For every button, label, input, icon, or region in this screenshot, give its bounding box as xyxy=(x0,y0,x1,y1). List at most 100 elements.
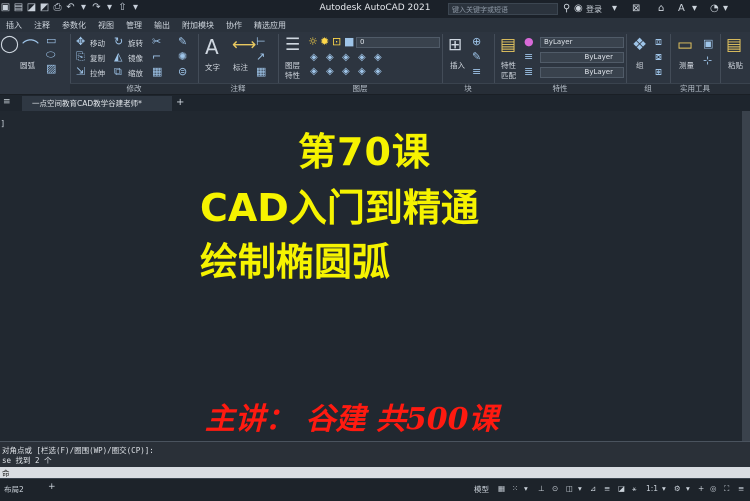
insert-button[interactable]: 插入 xyxy=(450,60,465,71)
layout-tab[interactable]: 布局2 xyxy=(4,484,24,495)
osnap-dropdown-icon[interactable]: ▾ xyxy=(578,484,582,493)
vertical-scrollbar[interactable] xyxy=(742,111,750,441)
trim-icon[interactable]: ✂ xyxy=(152,35,161,48)
tab-annotate[interactable]: 注释 xyxy=(28,20,56,31)
lineweight-icon[interactable]: ≣ xyxy=(524,65,533,78)
color-dropdown[interactable]: ByLayer xyxy=(540,37,624,48)
binoculars-icon[interactable]: ⚲ xyxy=(563,3,570,14)
new-layout-icon[interactable]: + xyxy=(48,482,56,492)
layer-tool4-icon[interactable]: ◈ xyxy=(358,52,366,63)
search-input[interactable]: 键入关键字或短语 xyxy=(448,3,558,15)
annotation-panel-label[interactable]: 注释 xyxy=(198,83,278,94)
arc-label[interactable]: 圆弧 xyxy=(20,60,35,71)
ungroup-icon[interactable]: ⧈ xyxy=(655,35,662,49)
mirror-icon[interactable]: ◭ xyxy=(114,50,122,63)
polar-icon[interactable]: ⊙ xyxy=(552,484,558,493)
match-properties-label2[interactable]: 匹配 xyxy=(501,70,516,81)
more-dropdown-icon[interactable]: ▾ xyxy=(723,3,728,14)
drawing-canvas[interactable]: ] 第70课 CAD入门到精通 绘制椭圆弧 主讲： 谷建 共500课 xyxy=(0,111,742,441)
paste-button[interactable]: 粘贴 xyxy=(728,60,743,71)
linetype-icon[interactable]: ≡ xyxy=(524,50,533,63)
tab-output[interactable]: 输出 xyxy=(148,20,176,31)
viewport-control[interactable]: ] xyxy=(1,119,4,128)
tab-manage[interactable]: 管理 xyxy=(120,20,148,31)
lineweight-dropdown[interactable]: ByLayer xyxy=(540,67,624,78)
layer-tool1-icon[interactable]: ◈ xyxy=(310,52,318,63)
scale-button[interactable]: 缩放 xyxy=(128,68,143,79)
properties-panel-label[interactable]: 特性 xyxy=(494,83,626,94)
rectangle-icon[interactable]: ▭ xyxy=(46,34,56,47)
isolate-icon[interactable]: ◎ xyxy=(710,484,717,493)
edit-block-icon[interactable]: ✎ xyxy=(472,50,481,63)
layer-properties-icon[interactable]: ☰ xyxy=(285,35,300,55)
table-icon[interactable]: ▦ xyxy=(256,65,266,78)
login-link[interactable]: 登录 xyxy=(586,4,602,15)
tab-featured-apps[interactable]: 精选应用 xyxy=(248,20,292,31)
array-icon[interactable]: ▦ xyxy=(152,65,162,78)
tab-parametric[interactable]: 参数化 xyxy=(56,20,92,31)
layers-panel-label[interactable]: 图层 xyxy=(278,83,442,94)
calculator-icon[interactable]: ▣ xyxy=(703,37,713,50)
sun-icon[interactable]: ✹ xyxy=(320,35,329,48)
groups-panel-label[interactable]: 组 xyxy=(626,83,670,94)
customize-icon[interactable]: ≡ xyxy=(738,484,744,493)
layer-tool3-icon[interactable]: ◈ xyxy=(342,52,350,63)
color-wheel-icon[interactable]: ● xyxy=(524,35,534,48)
circle-icon[interactable]: ◯ xyxy=(0,34,19,54)
scale-dropdown-icon[interactable]: ▾ xyxy=(662,484,666,493)
workspace-icon[interactable]: ⚙ xyxy=(674,484,681,493)
fillet-icon[interactable]: ⌐ xyxy=(152,50,161,63)
ellipse-icon[interactable]: ⬭ xyxy=(46,48,55,62)
ortho-icon[interactable]: ⊥ xyxy=(538,484,545,493)
move-icon[interactable]: ✥ xyxy=(76,35,85,48)
layer-tool8-icon[interactable]: ◈ xyxy=(342,66,350,77)
layer-properties-label2[interactable]: 特性 xyxy=(285,70,300,81)
layer-dropdown[interactable]: 0 xyxy=(356,37,440,48)
measure-icon[interactable]: ▭ xyxy=(677,35,693,55)
layer-tool7-icon[interactable]: ◈ xyxy=(326,66,334,77)
layer-color-icon[interactable]: ■ xyxy=(344,35,354,48)
copy-icon[interactable]: ⎘ xyxy=(76,50,85,64)
help-dropdown-icon[interactable]: ▾ xyxy=(692,3,697,14)
block-attr-icon[interactable]: ≡ xyxy=(472,65,481,78)
selection-cycling-icon[interactable]: ◪ xyxy=(618,484,625,493)
linear-dim-icon[interactable]: ⊢ xyxy=(256,35,266,48)
scale-icon[interactable]: ⧉ xyxy=(114,65,122,79)
otrack-icon[interactable]: ⊿ xyxy=(590,484,596,493)
group-edit-icon[interactable]: ⧇ xyxy=(655,50,662,64)
grid-icon[interactable]: ▦ xyxy=(498,484,505,493)
explode-icon[interactable]: ✺ xyxy=(178,50,187,63)
help-icon[interactable]: A xyxy=(678,3,685,14)
layer-tool9-icon[interactable]: ◈ xyxy=(358,66,366,77)
workspace-dropdown-icon[interactable]: ▾ xyxy=(686,484,690,493)
utilities-panel-label[interactable]: 实用工具 xyxy=(670,83,720,94)
cart-icon[interactable]: ⊠ xyxy=(632,3,640,14)
id-point-icon[interactable]: ⊹ xyxy=(703,54,712,67)
layer-tool5-icon[interactable]: ◈ xyxy=(374,52,382,63)
plus-icon[interactable]: + xyxy=(698,484,704,493)
osnap-icon[interactable]: ◫ xyxy=(566,484,573,493)
mirror-button[interactable]: 镜像 xyxy=(128,53,143,64)
tab-view[interactable]: 视图 xyxy=(92,20,120,31)
annotation-scale-value[interactable]: 1:1 xyxy=(646,484,658,493)
tab-collaborate[interactable]: 协作 xyxy=(220,20,248,31)
lineweight-toggle-icon[interactable]: ≡ xyxy=(604,484,610,493)
modify-panel-label[interactable]: 修改 xyxy=(70,83,198,94)
snap-dropdown-icon[interactable]: ▾ xyxy=(524,484,528,493)
tab-insert[interactable]: 插入 xyxy=(0,20,28,31)
group-button[interactable]: 组 xyxy=(636,60,644,71)
snap-icon[interactable]: ⁙ xyxy=(512,484,518,493)
lightbulb-icon[interactable]: ☼ xyxy=(308,35,318,48)
hatch-icon[interactable]: ▨ xyxy=(46,62,56,75)
text-button[interactable]: 文字 xyxy=(205,62,220,73)
tab-addins[interactable]: 附加模块 xyxy=(176,20,220,31)
document-tab[interactable]: 一点空间教育CAD教学谷建老师* xyxy=(22,96,172,111)
group-icon[interactable]: ❖ xyxy=(632,35,647,55)
measure-button[interactable]: 测量 xyxy=(679,60,694,71)
move-button[interactable]: 移动 xyxy=(90,38,105,49)
info-icon[interactable]: ◔ xyxy=(710,3,719,14)
dropdown-icon[interactable]: ▾ xyxy=(612,3,617,14)
text-icon[interactable]: A xyxy=(205,35,219,59)
dimension-button[interactable]: 标注 xyxy=(233,62,248,73)
arc-icon[interactable]: ⌒ xyxy=(22,34,39,59)
